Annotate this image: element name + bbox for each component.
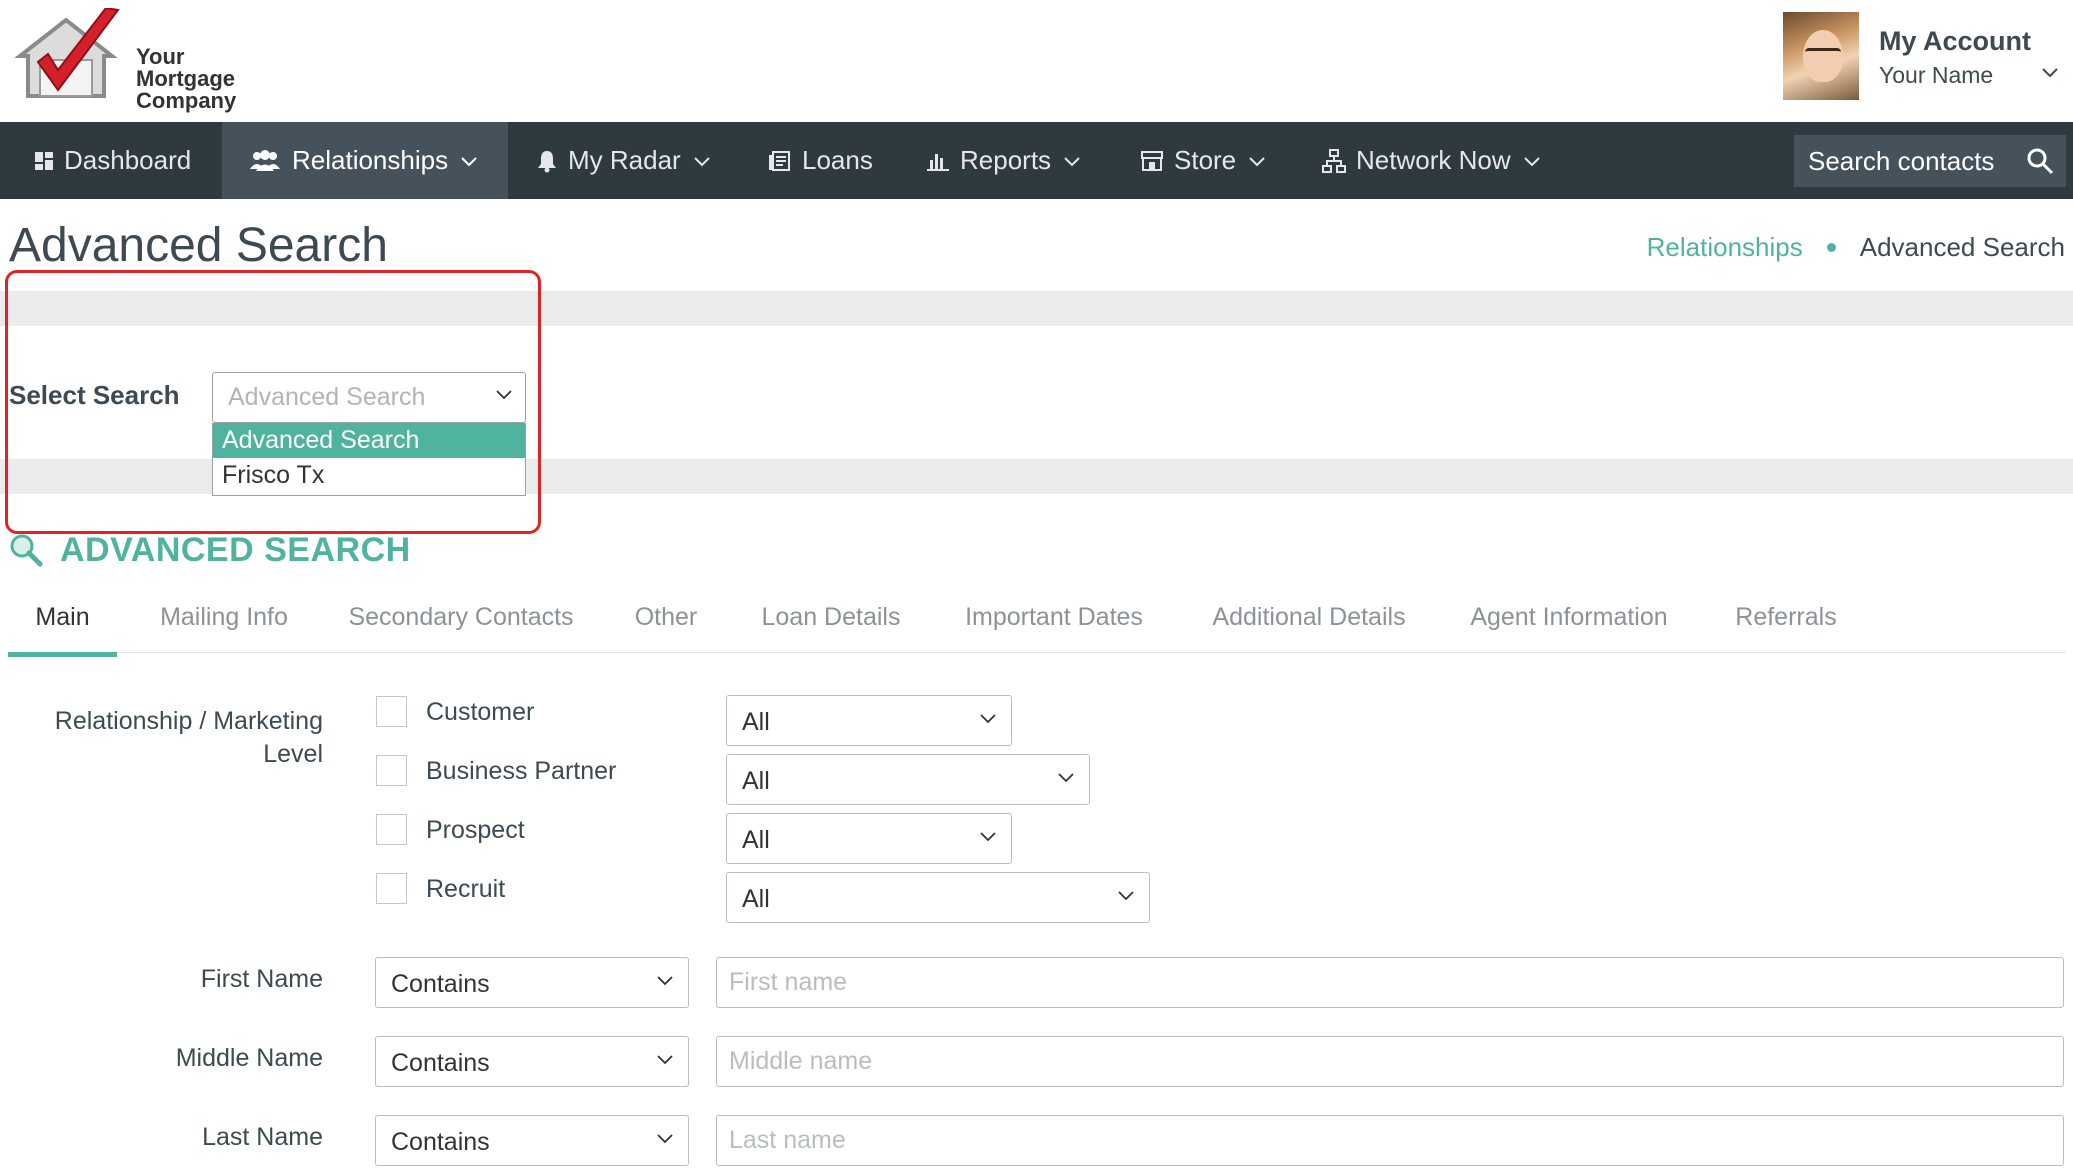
nav-item-store[interactable]: Store xyxy=(1108,122,1288,199)
section-title: ADVANCED SEARCH xyxy=(60,531,411,569)
middle-name-operator-select[interactable]: Contains xyxy=(375,1036,689,1087)
middle-name-input[interactable] xyxy=(716,1036,2064,1087)
chevron-down-icon xyxy=(1058,773,1074,783)
breadcrumb: Relationships Advanced Search xyxy=(1647,232,2065,263)
select-value: All xyxy=(742,708,770,736)
first-name-operator-select[interactable]: Contains xyxy=(375,957,689,1008)
tab-agent-information[interactable]: Agent Information xyxy=(1456,595,1682,653)
chevron-down-icon xyxy=(980,832,996,842)
magnifier-icon xyxy=(10,534,43,567)
middle-name-label: Middle Name xyxy=(175,1044,323,1072)
chevron-down-icon xyxy=(980,714,996,724)
nav-item-dashboard[interactable]: Dashboard xyxy=(0,122,222,199)
customer-level-select[interactable]: All xyxy=(726,695,1012,746)
select-value: Contains xyxy=(391,1049,490,1077)
bell-icon xyxy=(538,150,556,172)
tab-referrals[interactable]: Referrals xyxy=(1718,595,1854,653)
chevron-down-icon[interactable] xyxy=(2039,62,2061,84)
house-check-icon xyxy=(14,6,120,98)
store-icon xyxy=(1141,150,1163,171)
chevron-down-icon xyxy=(1118,891,1134,901)
tab-secondary-contacts[interactable]: Secondary Contacts xyxy=(340,595,582,653)
select-value: All xyxy=(742,767,770,795)
recruit-checkbox[interactable] xyxy=(376,873,407,904)
tab-other[interactable]: Other xyxy=(620,595,712,653)
select-value: All xyxy=(742,885,770,913)
breadcrumb-current: Advanced Search xyxy=(1859,232,2065,262)
breadcrumb-relationships-link[interactable]: Relationships xyxy=(1647,232,1803,263)
highlight-annotation xyxy=(5,270,541,534)
logo-line-3: Company xyxy=(136,88,237,113)
customer-label: Customer xyxy=(426,698,535,726)
search-icon[interactable] xyxy=(2026,147,2054,175)
chevron-down-icon xyxy=(461,156,477,166)
recruit-label: Recruit xyxy=(426,875,506,903)
nav-label: Dashboard xyxy=(64,145,192,175)
nav-item-network-now[interactable]: Network Now xyxy=(1288,122,1578,199)
breadcrumb-separator xyxy=(1826,243,1836,252)
people-icon xyxy=(250,149,280,171)
nav-item-my-radar[interactable]: My Radar xyxy=(508,122,754,199)
nav-label: Reports xyxy=(960,145,1052,175)
first-name-input[interactable] xyxy=(716,957,2064,1008)
relationship-level-label: Relationship / Marketing Level xyxy=(55,705,323,771)
chevron-down-icon xyxy=(693,156,710,166)
relationship-label-line: Relationship / Marketing xyxy=(54,707,323,735)
network-icon xyxy=(1322,148,1346,173)
tab-important-dates[interactable]: Important Dates xyxy=(948,595,1160,653)
select-value: All xyxy=(742,826,770,854)
chevron-down-icon xyxy=(657,1055,673,1065)
nav-label: Network Now xyxy=(1356,145,1511,175)
select-value: Contains xyxy=(391,1128,490,1156)
business-partner-checkbox[interactable] xyxy=(376,755,407,786)
logo-line-2: Mortgage xyxy=(136,66,235,91)
business-partner-label: Business Partner xyxy=(426,757,617,785)
nav-label: Loans xyxy=(802,145,873,175)
nav-label: Store xyxy=(1174,145,1237,175)
contact-search xyxy=(1794,135,2066,187)
prospect-level-select[interactable]: All xyxy=(726,813,1012,864)
last-name-label: Last Name xyxy=(202,1123,323,1151)
first-name-label: First Name xyxy=(200,965,323,993)
relationship-label-line: Level xyxy=(263,740,323,768)
document-icon xyxy=(769,150,790,171)
prospect-label: Prospect xyxy=(426,816,525,844)
chevron-down-icon xyxy=(1064,156,1080,166)
company-name: Your Mortgage Company xyxy=(136,46,236,112)
company-logo[interactable]: Your Mortgage Company xyxy=(10,6,240,112)
chevron-down-icon xyxy=(657,976,673,986)
account-name: Your Name xyxy=(1879,62,1994,88)
account-title: My Account xyxy=(1879,26,2032,56)
chevron-down-icon xyxy=(657,1134,673,1144)
logo-line-1: Your xyxy=(136,44,185,69)
prospect-checkbox[interactable] xyxy=(376,814,407,845)
main-nav: Dashboard Relationships My Radar Loans R… xyxy=(0,122,2073,199)
chevron-down-icon xyxy=(1523,156,1540,166)
tab-mailing-info[interactable]: Mailing Info xyxy=(148,595,300,653)
page-title: Advanced Search xyxy=(9,219,388,272)
nav-item-relationships[interactable]: Relationships xyxy=(222,122,508,199)
avatar[interactable] xyxy=(1783,12,1859,100)
last-name-input[interactable] xyxy=(716,1115,2064,1166)
bar-chart-icon xyxy=(927,153,949,171)
chevron-down-icon xyxy=(1249,156,1265,166)
account-menu[interactable]: My Account Your Name xyxy=(1783,12,2073,102)
nav-item-loans[interactable]: Loans xyxy=(754,122,904,199)
nav-label: My Radar xyxy=(568,145,681,175)
nav-label: Relationships xyxy=(292,145,449,175)
search-tabs: Main Mailing Info Secondary Contacts Oth… xyxy=(8,595,2066,657)
recruit-level-select[interactable]: All xyxy=(726,872,1150,923)
tab-loan-details[interactable]: Loan Details xyxy=(750,595,912,653)
select-value: Contains xyxy=(391,970,490,998)
business-partner-level-select[interactable]: All xyxy=(726,754,1090,805)
dashboard-icon xyxy=(35,151,53,170)
last-name-operator-select[interactable]: Contains xyxy=(375,1115,689,1166)
nav-item-reports[interactable]: Reports xyxy=(904,122,1108,199)
search-contacts-input[interactable] xyxy=(1808,145,2018,177)
tab-additional-details[interactable]: Additional Details xyxy=(1196,595,1422,653)
app-header: Your Mortgage Company My Account Your Na… xyxy=(0,0,2073,122)
tab-main[interactable]: Main xyxy=(8,595,117,657)
customer-checkbox[interactable] xyxy=(376,696,407,727)
